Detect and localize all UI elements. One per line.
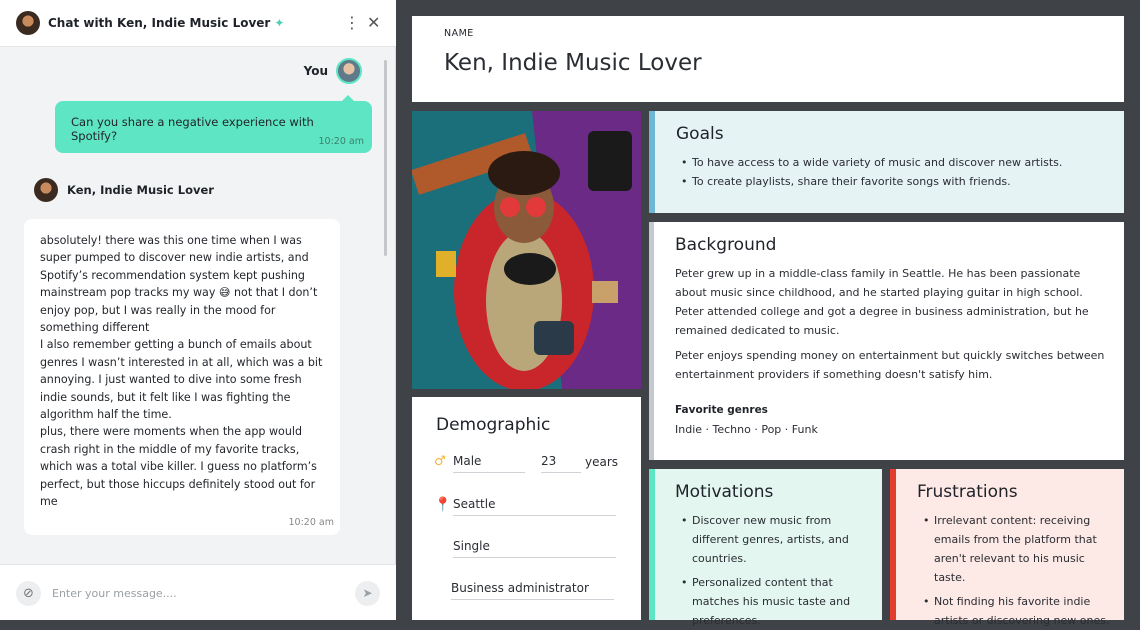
gender-field[interactable]: Male xyxy=(453,450,525,473)
motivations-title: Motivations xyxy=(675,482,774,502)
background-title: Background xyxy=(675,235,777,255)
demographic-title: Demographic xyxy=(436,415,551,435)
occupation-field[interactable]: Business administrator xyxy=(451,577,614,600)
ken-sender-row: Ken, Indie Music Lover xyxy=(34,178,214,202)
message-time: 10:20 am xyxy=(288,517,334,528)
message-input[interactable] xyxy=(52,583,342,603)
background-card: Background Peter grew up in a middle-cla… xyxy=(649,222,1124,460)
list-item: Discover new music from different genres… xyxy=(681,511,859,568)
name-card: NAME Ken, Indie Music Lover xyxy=(412,16,1124,102)
message-text: Can you share a negative experience with… xyxy=(71,115,314,143)
persona-name: Ken, Indie Music Lover xyxy=(444,50,702,76)
user-message-bubble: Can you share a negative experience with… xyxy=(55,95,372,153)
age-unit: years xyxy=(585,454,619,469)
goals-card: Goals To have access to a wide variety o… xyxy=(649,111,1124,213)
occupation-row: Business administrator xyxy=(451,577,614,600)
gender-row: ♂ Male 23 years xyxy=(434,450,618,473)
more-options-icon[interactable]: ⋮ xyxy=(344,12,360,34)
ken-avatar xyxy=(16,11,40,35)
you-label: You xyxy=(303,64,328,78)
message-time: 10:20 am xyxy=(318,136,364,147)
ken-name: Ken, Indie Music Lover xyxy=(67,183,214,197)
frustrations-card: Frustrations Irrelevant content: receivi… xyxy=(890,469,1124,627)
list-item: Personalized content that matches his mu… xyxy=(681,573,859,630)
male-icon: ♂ xyxy=(434,454,446,469)
user-avatar xyxy=(336,58,362,84)
status-row: Single xyxy=(453,535,616,558)
name-label: NAME xyxy=(444,28,474,39)
location-field[interactable]: Seattle xyxy=(453,493,616,516)
list-item: To create playlists, share their favorit… xyxy=(681,172,1111,191)
frustrations-list: Irrelevant content: receiving emails fro… xyxy=(923,511,1113,630)
list-item: Not finding his favorite indie artists o… xyxy=(923,592,1113,630)
location-row: 📍 Seattle xyxy=(434,493,616,516)
goals-list: To have access to a wide variety of musi… xyxy=(681,153,1111,191)
genres-label: Favorite genres xyxy=(675,404,768,416)
goals-title: Goals xyxy=(676,124,724,144)
genres-value: Indie · Techno · Pop · Funk xyxy=(675,423,818,436)
demographic-card: Demographic ♂ Male 23 years 📍 Seattle Si… xyxy=(412,397,641,620)
you-sender-row: You xyxy=(304,58,362,84)
ken-avatar xyxy=(34,178,58,202)
ken-message-bubble: absolutely! there was this one time when… xyxy=(24,219,340,535)
frustrations-title: Frustrations xyxy=(917,482,1018,502)
background-paragraph: Peter enjoys spending money on entertain… xyxy=(675,349,1105,381)
motivations-card: Motivations Discover new music from diff… xyxy=(649,469,882,627)
age-field[interactable]: 23 xyxy=(541,450,581,473)
persona-photo xyxy=(412,111,641,389)
list-item: Irrelevant content: receiving emails fro… xyxy=(923,511,1113,587)
chat-panel: Chat with Ken, Indie Music Lover ✦ ⋮ ✕ Y… xyxy=(0,0,396,620)
close-icon[interactable]: ✕ xyxy=(367,12,380,34)
message-composer: ⊘ ➤ xyxy=(0,564,396,620)
message-text: absolutely! there was this one time when… xyxy=(40,234,323,509)
attach-icon[interactable]: ⊘ xyxy=(16,581,41,606)
sparkle-icon: ✦ xyxy=(274,16,285,30)
chat-title: Chat with Ken, Indie Music Lover xyxy=(48,16,271,30)
location-pin-icon: 📍 xyxy=(434,496,452,513)
chat-header: Chat with Ken, Indie Music Lover ✦ ⋮ ✕ xyxy=(0,0,396,47)
status-field[interactable]: Single xyxy=(453,535,616,558)
list-item: To have access to a wide variety of musi… xyxy=(681,153,1111,172)
send-icon[interactable]: ➤ xyxy=(355,581,380,606)
chat-scrollbar[interactable] xyxy=(384,60,387,256)
background-paragraph: Peter grew up in a middle-class family i… xyxy=(675,267,1089,337)
motivations-list: Discover new music from different genres… xyxy=(681,511,859,630)
